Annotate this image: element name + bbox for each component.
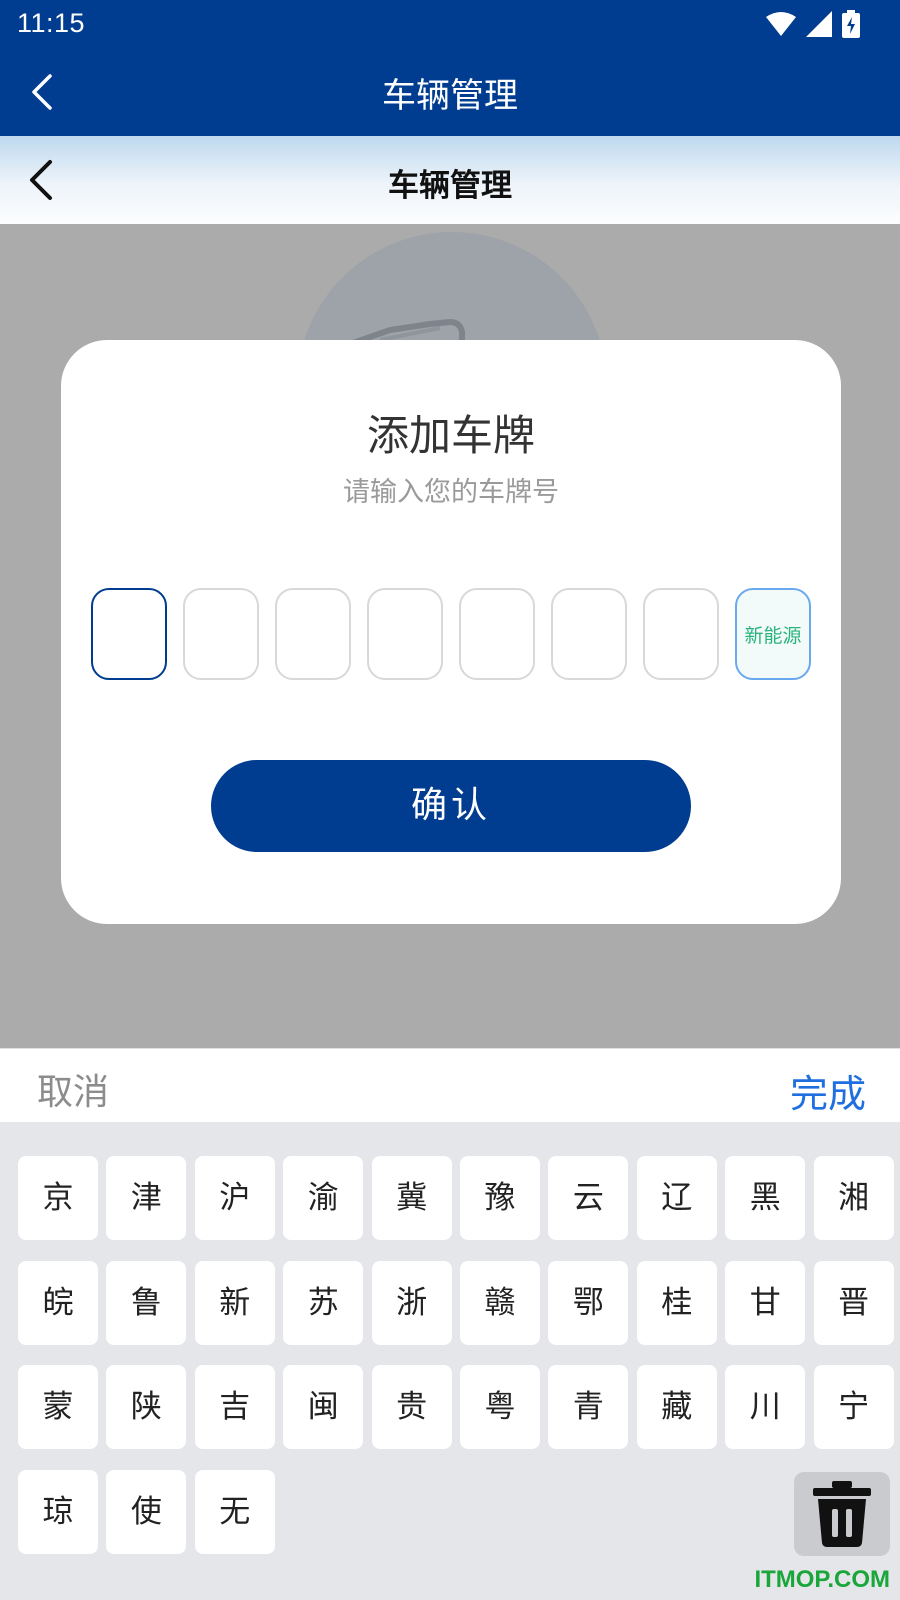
key-char[interactable]: 川 [725,1365,806,1449]
page-title: 车辆管理 [388,168,512,204]
delete-key[interactable] [794,1472,890,1556]
province-keyboard: 京津沪渝冀豫云辽黑湘皖鲁新苏浙赣鄂桂甘晋蒙陕吉闽贵粤青藏川宁琼使无 ITMOP.… [0,1122,900,1600]
app-bar: 11:15 车辆管理 [0,0,900,136]
key-char[interactable]: 辽 [636,1156,717,1240]
key-char[interactable]: 使 [106,1469,187,1554]
key-char[interactable]: 藏 [636,1365,717,1449]
app-bar-title: 车辆管理 [382,76,518,116]
key-char[interactable]: 沪 [194,1156,275,1240]
key-char[interactable]: 鄂 [548,1260,629,1345]
watermark: ITMOP.COM [754,1566,890,1593]
done-button[interactable]: 完成 [790,1063,866,1118]
key-char[interactable]: 津 [106,1156,187,1240]
key-char[interactable]: 无 [194,1469,275,1554]
web-header: 车辆管理 [0,136,900,224]
key-char[interactable]: 闽 [283,1365,364,1449]
key-char[interactable]: 晋 [813,1260,894,1345]
trash-icon [813,1481,871,1547]
key-char[interactable]: 蒙 [18,1365,98,1449]
key-char[interactable]: 黑 [725,1156,806,1240]
confirm-button[interactable]: 确认 [211,760,691,852]
wifi-icon [766,12,796,36]
plate-char-7[interactable] [643,588,719,680]
key-char[interactable]: 京 [18,1156,98,1240]
keyboard-toolbar: 取消 完成 [0,1048,900,1122]
key-char[interactable]: 青 [548,1365,629,1449]
key-char[interactable]: 鲁 [106,1260,187,1345]
key-char[interactable]: 宁 [813,1365,894,1449]
status-time: 11:15 [17,8,86,38]
key-char[interactable]: 苏 [283,1260,364,1345]
key-char[interactable]: 粤 [460,1365,540,1449]
cancel-button[interactable]: 取消 [37,1063,109,1115]
add-plate-dialog: 添加车牌 请输入您的车牌号 新能源 确认 [61,340,841,924]
plate-char-5[interactable] [459,588,535,680]
plate-char-6[interactable] [551,588,627,680]
key-char[interactable]: 琼 [18,1469,98,1554]
plate-char-1[interactable] [91,588,167,680]
key-char[interactable]: 贵 [371,1365,452,1449]
key-char[interactable]: 渝 [283,1156,364,1240]
key-char[interactable]: 桂 [636,1260,717,1345]
status-icons [766,10,860,38]
dialog-subtitle: 请输入您的车牌号 [343,477,559,508]
plate-char-2[interactable] [183,588,259,680]
key-char[interactable]: 云 [548,1156,629,1240]
new-energy-plate-slot[interactable]: 新能源 [735,588,811,680]
key-char[interactable]: 陕 [106,1365,187,1449]
plate-char-4[interactable] [367,588,443,680]
battery-icon [842,10,860,38]
key-char[interactable]: 新 [194,1260,275,1345]
key-char[interactable]: 豫 [460,1156,540,1240]
key-char[interactable]: 湘 [813,1156,894,1240]
key-char[interactable]: 甘 [725,1260,806,1345]
plate-char-3[interactable] [275,588,351,680]
signal-icon [806,11,832,37]
key-char[interactable]: 皖 [18,1260,98,1345]
key-char[interactable]: 冀 [371,1156,452,1240]
key-char[interactable]: 吉 [194,1365,275,1449]
dialog-title: 添加车牌 [366,411,535,460]
key-char[interactable]: 浙 [371,1260,452,1345]
key-char[interactable]: 赣 [460,1260,540,1345]
